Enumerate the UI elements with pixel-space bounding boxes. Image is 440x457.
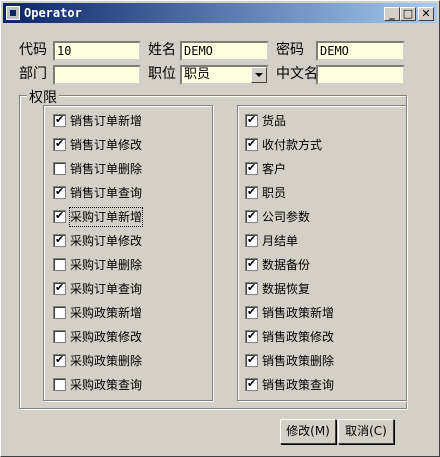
permission-checkbox[interactable]: 采购订单删除 (53, 256, 193, 272)
checkbox-checked-icon[interactable] (53, 233, 66, 247)
modify-button[interactable]: 修改(M) (280, 419, 336, 444)
permission-label: 职员 (262, 186, 287, 200)
permission-label: 采购政策查询 (70, 378, 143, 392)
permission-label: 采购订单删除 (70, 258, 143, 272)
code-label: 代码 (19, 42, 47, 58)
name-label: 姓名 (148, 42, 176, 58)
permission-label: 月结单 (262, 234, 299, 248)
minimize-button[interactable]: _ (384, 7, 400, 21)
permission-label: 采购订单修改 (70, 234, 143, 248)
checkbox-checked-icon[interactable] (245, 305, 258, 319)
code-field[interactable]: 10 (53, 41, 141, 61)
permission-checkbox[interactable]: 收付款方式 (245, 136, 385, 152)
permission-checkbox[interactable]: 销售政策查询 (245, 376, 385, 392)
operator-window: Operator _ □ ✕ 代码 10 姓名 DEMO 密码 DEMO 部门 … (0, 0, 440, 457)
checkbox-checked-icon[interactable] (245, 329, 258, 343)
checkbox-unchecked-icon[interactable] (53, 162, 66, 175)
permission-checkbox[interactable]: 客户 (245, 160, 385, 176)
permission-checkbox[interactable]: 职员 (245, 184, 385, 200)
checkbox-checked-icon[interactable] (245, 137, 258, 151)
permission-label: 销售政策修改 (262, 330, 335, 344)
permission-checkbox[interactable]: 销售订单查询 (53, 184, 193, 200)
permission-label: 采购政策删除 (70, 354, 143, 368)
permission-label: 采购订单新增 (68, 207, 144, 227)
permission-checkbox[interactable]: 销售订单修改 (53, 136, 193, 152)
maximize-button[interactable]: □ (400, 7, 416, 21)
permission-label: 销售订单新增 (70, 114, 143, 128)
permission-checkbox[interactable]: 销售订单删除 (53, 160, 193, 176)
permission-checkbox[interactable]: 销售政策修改 (245, 328, 385, 344)
checkbox-checked-icon[interactable] (53, 209, 66, 223)
cancel-button[interactable]: 取消(C) (338, 419, 394, 444)
permission-checkbox[interactable]: 公司参数 (245, 208, 385, 224)
checkbox-checked-icon[interactable] (245, 257, 258, 271)
permission-checkbox[interactable]: 销售订单新增 (53, 112, 193, 128)
checkbox-checked-icon[interactable] (53, 353, 66, 367)
permission-checkbox[interactable]: 数据备份 (245, 256, 385, 272)
permission-checkbox[interactable]: 采购政策删除 (53, 352, 193, 368)
chevron-down-icon[interactable] (251, 67, 267, 83)
cnname-label: 中文名 (276, 66, 318, 82)
permission-checkbox[interactable]: 月结单 (245, 232, 385, 248)
permission-checkbox[interactable]: 货品 (245, 112, 385, 128)
permission-checkbox[interactable]: 采购政策查询 (53, 376, 193, 392)
permission-checkbox[interactable]: 采购订单修改 (53, 232, 193, 248)
permission-label: 销售政策删除 (262, 354, 335, 368)
permission-checkbox[interactable]: 采购订单新增 (53, 207, 193, 227)
cnname-field[interactable] (316, 65, 405, 85)
position-select-value: 职员 (184, 67, 211, 82)
checkbox-checked-icon[interactable] (53, 185, 66, 199)
checkbox-checked-icon[interactable] (53, 137, 66, 151)
permission-label: 销售订单修改 (70, 138, 143, 152)
checkbox-checked-icon[interactable] (245, 281, 258, 295)
name-field[interactable]: DEMO (180, 41, 269, 61)
permission-label: 采购订单查询 (70, 282, 143, 296)
checkbox-checked-icon[interactable] (245, 161, 258, 175)
app-icon (6, 6, 20, 20)
checkbox-checked-icon[interactable] (245, 377, 258, 391)
close-button[interactable]: ✕ (418, 7, 434, 21)
permission-checkbox[interactable]: 采购政策新增 (53, 304, 193, 320)
permission-label: 收付款方式 (262, 138, 323, 152)
password-field[interactable]: DEMO (316, 41, 405, 61)
permission-checkbox[interactable]: 采购政策修改 (53, 328, 193, 344)
permission-label: 销售订单删除 (70, 162, 143, 176)
checkbox-unchecked-icon[interactable] (53, 330, 66, 343)
checkbox-checked-icon[interactable] (245, 209, 258, 223)
permission-label: 货品 (262, 114, 287, 128)
permission-checkbox[interactable]: 采购订单查询 (53, 280, 193, 296)
dept-label: 部门 (19, 66, 47, 82)
checkbox-unchecked-icon[interactable] (53, 306, 66, 319)
checkbox-checked-icon[interactable] (53, 113, 66, 127)
permission-label: 销售政策新增 (262, 306, 335, 320)
permission-checkbox[interactable]: 销售政策删除 (245, 352, 385, 368)
permission-label: 销售政策查询 (262, 378, 335, 392)
permission-label: 采购政策新增 (70, 306, 143, 320)
checkbox-checked-icon[interactable] (245, 113, 258, 127)
permission-label: 公司参数 (262, 210, 311, 224)
window-title: Operator (24, 6, 82, 20)
permission-checkbox[interactable]: 销售政策新增 (245, 304, 385, 320)
position-label: 职位 (148, 66, 176, 82)
permission-label: 销售订单查询 (70, 186, 143, 200)
checkbox-checked-icon[interactable] (245, 233, 258, 247)
permissions-group-label: 权限 (27, 87, 59, 107)
checkbox-checked-icon[interactable] (245, 185, 258, 199)
dept-field[interactable] (53, 65, 141, 85)
title-bar[interactable]: Operator _ □ ✕ (3, 3, 437, 23)
password-label: 密码 (276, 42, 304, 58)
permission-label: 客户 (262, 162, 287, 176)
checkbox-checked-icon[interactable] (245, 353, 258, 367)
checkbox-checked-icon[interactable] (53, 281, 66, 295)
permission-label: 数据恢复 (262, 282, 311, 296)
position-select[interactable]: 职员 (180, 65, 269, 85)
checkbox-unchecked-icon[interactable] (53, 378, 66, 391)
permission-checkbox[interactable]: 数据恢复 (245, 280, 385, 296)
permission-label: 采购政策修改 (70, 330, 143, 344)
permission-label: 数据备份 (262, 258, 311, 272)
checkbox-unchecked-icon[interactable] (53, 258, 66, 271)
